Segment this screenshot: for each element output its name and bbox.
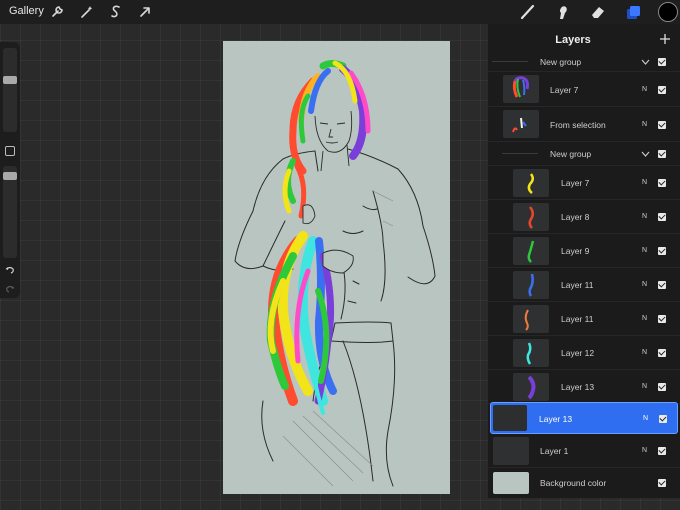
- layer-row[interactable]: Layer 7 N: [488, 72, 680, 107]
- visibility-checkbox[interactable]: [658, 179, 666, 187]
- blend-mode-button[interactable]: N: [642, 383, 647, 390]
- visibility-checkbox[interactable]: [658, 86, 666, 94]
- layer-group-row[interactable]: New group: [488, 142, 680, 166]
- drawing-canvas[interactable]: [223, 41, 450, 494]
- wrench-icon[interactable]: [48, 3, 66, 21]
- layers-icon[interactable]: [623, 2, 643, 22]
- layer-name: Layer 8: [561, 212, 590, 222]
- layer-thumbnail: [513, 169, 549, 197]
- layer-thumbnail: [513, 237, 549, 265]
- gallery-button[interactable]: Gallery: [9, 5, 44, 17]
- layer-name: Layer 7: [550, 85, 579, 95]
- blend-mode-button[interactable]: N: [642, 315, 647, 322]
- brush-size-slider[interactable]: [3, 48, 17, 132]
- layer-name: Layer 13: [561, 382, 595, 392]
- layer-name: Layer 1: [540, 446, 569, 456]
- group-name: New group: [550, 149, 592, 159]
- blend-mode-button[interactable]: N: [642, 121, 647, 128]
- layer-name: Layer 13: [539, 414, 573, 424]
- transform-arrow-icon[interactable]: [136, 3, 154, 21]
- background-color-row[interactable]: Background color: [488, 468, 680, 498]
- layer-row[interactable]: Layer 13 N: [488, 370, 680, 404]
- visibility-checkbox[interactable]: [658, 58, 666, 66]
- layer-row[interactable]: Layer 7 N: [488, 166, 680, 200]
- layers-panel-title: Layers: [555, 34, 591, 46]
- layers-panel: Layers New group Layer 7 N From selectio…: [488, 24, 680, 498]
- layer-thumbnail: [493, 405, 527, 431]
- layer-name: Layer 7: [561, 178, 590, 188]
- visibility-checkbox[interactable]: [658, 281, 666, 289]
- group-indicator: [492, 61, 528, 62]
- layer-name: From selection: [550, 120, 606, 130]
- brush-size-thumb[interactable]: [3, 76, 17, 84]
- chevron-down-icon[interactable]: [641, 59, 650, 65]
- color-picker-swatch[interactable]: [658, 2, 678, 22]
- blend-mode-button[interactable]: N: [642, 86, 647, 93]
- add-layer-icon[interactable]: [659, 33, 671, 45]
- layer-group-row[interactable]: New group: [488, 52, 680, 72]
- layer-thumbnail: [513, 271, 549, 299]
- layer-row[interactable]: Layer 12 N: [488, 336, 680, 370]
- layer-row[interactable]: Layer 8 N: [488, 200, 680, 234]
- visibility-checkbox[interactable]: [658, 447, 666, 455]
- layer-thumbnail: [503, 75, 539, 103]
- layer-thumbnail: [503, 110, 539, 138]
- visibility-checkbox[interactable]: [658, 479, 666, 487]
- magic-wand-icon[interactable]: [78, 3, 96, 21]
- blend-mode-button[interactable]: N: [642, 247, 647, 254]
- background-color-swatch[interactable]: [493, 472, 529, 494]
- blend-mode-button[interactable]: N: [643, 415, 648, 422]
- visibility-checkbox[interactable]: [659, 415, 667, 423]
- layer-thumbnail: [513, 305, 549, 333]
- top-toolbar: Gallery: [0, 0, 680, 24]
- layer-name: Background color: [540, 478, 607, 488]
- layer-name: Layer 12: [561, 348, 595, 358]
- layer-name: Layer 11: [561, 314, 594, 324]
- blend-mode-button[interactable]: N: [642, 447, 647, 454]
- visibility-checkbox[interactable]: [658, 349, 666, 357]
- visibility-checkbox[interactable]: [658, 150, 666, 158]
- chevron-down-icon[interactable]: [641, 151, 650, 157]
- opacity-thumb[interactable]: [3, 172, 17, 180]
- visibility-checkbox[interactable]: [658, 213, 666, 221]
- brush-icon[interactable]: [518, 2, 538, 22]
- left-sidebar: [0, 42, 20, 298]
- artwork-illustration: [234, 60, 436, 487]
- blend-mode-button[interactable]: N: [642, 281, 647, 288]
- selection-s-icon[interactable]: [107, 3, 125, 21]
- undo-icon[interactable]: [4, 264, 16, 276]
- layer-row[interactable]: Layer 9 N: [488, 234, 680, 268]
- layer-row-selected[interactable]: Layer 13 N: [490, 402, 678, 434]
- layer-row[interactable]: Layer 11 N: [488, 268, 680, 302]
- visibility-checkbox[interactable]: [658, 315, 666, 323]
- layer-row[interactable]: Layer 11 N: [488, 302, 680, 336]
- layer-thumbnail: [513, 203, 549, 231]
- group-indicator: [502, 153, 538, 154]
- blend-mode-button[interactable]: N: [642, 213, 647, 220]
- layer-row[interactable]: From selection N: [488, 107, 680, 142]
- blend-mode-button[interactable]: N: [642, 179, 647, 186]
- visibility-checkbox[interactable]: [658, 121, 666, 129]
- eraser-icon[interactable]: [588, 2, 608, 22]
- layer-name: Layer 11: [561, 280, 594, 290]
- layer-name: Layer 9: [561, 246, 590, 256]
- group-name: New group: [540, 57, 582, 67]
- blend-mode-button[interactable]: N: [642, 349, 647, 356]
- visibility-checkbox[interactable]: [658, 247, 666, 255]
- layer-row[interactable]: Layer 1 N: [488, 434, 680, 468]
- modify-button[interactable]: [5, 146, 15, 156]
- visibility-checkbox[interactable]: [658, 383, 666, 391]
- smudge-icon[interactable]: [553, 2, 573, 22]
- layer-thumbnail: [513, 339, 549, 367]
- layer-thumbnail: [493, 437, 529, 465]
- redo-icon[interactable]: [4, 283, 16, 295]
- layer-thumbnail: [513, 373, 549, 401]
